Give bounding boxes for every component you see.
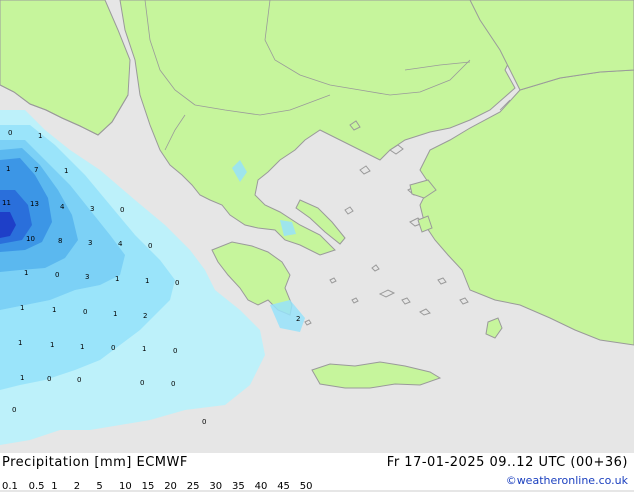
legend-label: 5 xyxy=(96,481,103,492)
point-value-label: 0 xyxy=(120,206,124,214)
legend-label: 30 xyxy=(209,481,223,492)
point-value-label: 0 xyxy=(175,279,179,287)
point-value-label: 1 xyxy=(80,343,84,351)
point-value-label: 2 xyxy=(143,312,147,320)
credit-link[interactable]: ©weatheronline.co.uk xyxy=(506,474,628,487)
point-value-label: 1 xyxy=(50,341,54,349)
legend-label: 0.5 xyxy=(28,481,45,492)
point-value-label: 1 xyxy=(145,277,149,285)
point-value-label: 1 xyxy=(20,304,24,312)
point-value-label: 3 xyxy=(88,239,92,247)
point-value-label: 0 xyxy=(77,376,81,384)
point-value-label: 0 xyxy=(83,308,87,316)
point-value-label: 1 xyxy=(115,275,119,283)
map-title: Precipitation [mm] ECMWF xyxy=(2,455,188,470)
point-value-label: 0 xyxy=(8,129,12,137)
point-value-label: 7 xyxy=(34,166,38,174)
legend-label: 20 xyxy=(164,481,177,492)
legend-label: 45 xyxy=(277,481,290,492)
legend-label: 1 xyxy=(51,481,58,492)
point-value-label: 2 xyxy=(296,315,300,323)
legend-label: 15 xyxy=(141,481,155,492)
legend-label: 10 xyxy=(119,481,132,492)
point-value-label: 0 xyxy=(171,380,175,388)
valid-time: Fr 17-01-2025 09..12 UTC (00+36) xyxy=(386,455,628,470)
point-value-label: 0 xyxy=(202,418,206,426)
point-value-label: 10 xyxy=(26,235,35,243)
point-value-label: 1 xyxy=(64,167,68,175)
point-value-label: 13 xyxy=(30,200,39,208)
point-value-label: 0 xyxy=(55,271,59,279)
point-value-label: 8 xyxy=(58,237,62,245)
point-value-label: 3 xyxy=(90,205,94,213)
point-value-label: 1 xyxy=(142,345,146,353)
legend-label: 35 xyxy=(232,481,245,492)
point-value-label: 1 xyxy=(113,310,117,318)
point-value-label: 11 xyxy=(2,199,11,207)
point-value-label: 1 xyxy=(52,306,56,314)
point-value-label: 4 xyxy=(60,203,65,211)
point-value-label: 1 xyxy=(18,339,22,347)
point-value-label: 0 xyxy=(111,344,115,352)
point-value-label: 1 xyxy=(38,132,42,140)
point-value-label: 1 xyxy=(24,269,28,277)
point-value-label: 1 xyxy=(20,374,24,382)
point-value-label: 3 xyxy=(85,273,89,281)
point-value-label: 0 xyxy=(47,375,51,383)
legend-label: 0.1 xyxy=(2,481,18,492)
precipitation-map: 0 11 7 111 13 4 3 010 8 3 4 01 0 3 1 1 01 1 0 1 21 1 1 0 1 01 0 0 0 0… xyxy=(0,0,634,490)
point-value-label: 1 xyxy=(6,165,10,173)
legend-label: 50 xyxy=(299,481,313,492)
point-value-label: 0 xyxy=(12,406,16,414)
legend-label: 25 xyxy=(186,481,200,492)
point-value-label: 0 xyxy=(173,347,177,355)
point-value-label: 0 xyxy=(148,242,152,250)
point-value-label: 0 xyxy=(140,379,144,387)
legend-label: 2 xyxy=(73,481,81,492)
legend-label: 40 xyxy=(254,481,268,492)
point-value-label: 4 xyxy=(118,240,123,248)
